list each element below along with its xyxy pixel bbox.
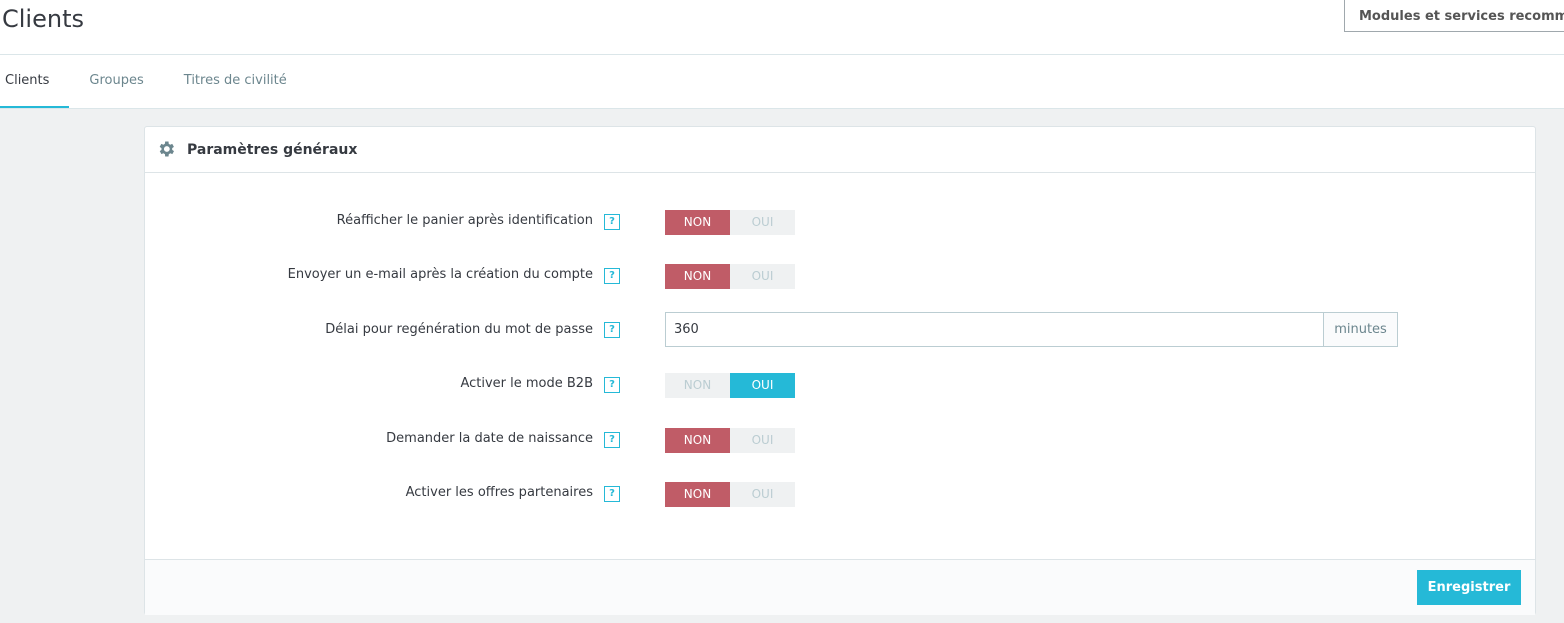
panel-heading: Paramètres généraux [145,127,1535,173]
tabs-divider [0,108,1564,109]
form-row-date-naissance: Demander la date de naissance ? NON OUI [145,422,1535,456]
general-settings-panel: Paramètres généraux Réafficher le panier… [144,126,1536,615]
tab-groupes[interactable]: Groupes [69,55,163,109]
page-title: Clients [2,5,84,33]
switch-option-non[interactable]: NON [665,428,730,453]
switch-option-oui[interactable]: OUI [730,428,795,453]
save-button[interactable]: Enregistrer [1417,570,1521,605]
panel-footer: Enregistrer [145,559,1535,615]
field-label: Délai pour regénération du mot de passe [325,322,593,337]
panel-title: Paramètres généraux [187,142,358,158]
recommended-modules-button[interactable]: Modules et services recommandés [1344,0,1564,32]
field-label: Réafficher le panier après identificatio… [336,213,593,228]
form-row-delai-mot-de-passe: Délai pour regénération du mot de passe … [145,312,1535,347]
mode-b2b-switch: NON OUI [665,373,795,398]
field-label: Demander la date de naissance [386,431,593,446]
password-delay-input-group: minutes [665,312,1398,347]
switch-option-oui[interactable]: OUI [730,373,795,398]
help-icon[interactable]: ? [604,268,620,284]
field-label: Activer les offres partenaires [405,485,593,500]
tab-titres-civilite[interactable]: Titres de civilité [164,55,307,109]
form-row-offres-partenaires: Activer les offres partenaires ? NON OUI [145,476,1535,510]
tab-clients[interactable]: Clients [0,55,70,109]
date-naissance-switch: NON OUI [665,428,795,453]
gear-icon [159,141,174,157]
password-delay-input[interactable] [666,313,1323,346]
field-label: Activer le mode B2B [460,376,593,391]
form-row-email-creation: Envoyer un e-mail après la création du c… [145,258,1535,292]
switch-option-non[interactable]: NON [665,373,730,398]
reafficher-panier-switch: NON OUI [665,210,795,235]
email-creation-switch: NON OUI [665,264,795,289]
switch-option-oui[interactable]: OUI [730,264,795,289]
switch-option-oui[interactable]: OUI [730,482,795,507]
tab-bar: Clients Groupes Titres de civilité [0,55,307,109]
help-icon[interactable]: ? [604,214,620,230]
offres-partenaires-switch: NON OUI [665,482,795,507]
minutes-addon: minutes [1323,313,1397,346]
help-icon[interactable]: ? [604,432,620,448]
field-label: Envoyer un e-mail après la création du c… [287,267,593,282]
switch-option-oui[interactable]: OUI [730,210,795,235]
switch-option-non[interactable]: NON [665,264,730,289]
help-icon[interactable]: ? [604,322,620,338]
form-row-mode-b2b: Activer le mode B2B ? NON OUI [145,367,1535,401]
form-row-reafficher-panier: Réafficher le panier après identificatio… [145,204,1535,238]
switch-option-non[interactable]: NON [665,210,730,235]
page-header: Clients Modules et services recommandés … [0,0,1564,109]
switch-option-non[interactable]: NON [665,482,730,507]
help-icon[interactable]: ? [604,486,620,502]
help-icon[interactable]: ? [604,377,620,393]
